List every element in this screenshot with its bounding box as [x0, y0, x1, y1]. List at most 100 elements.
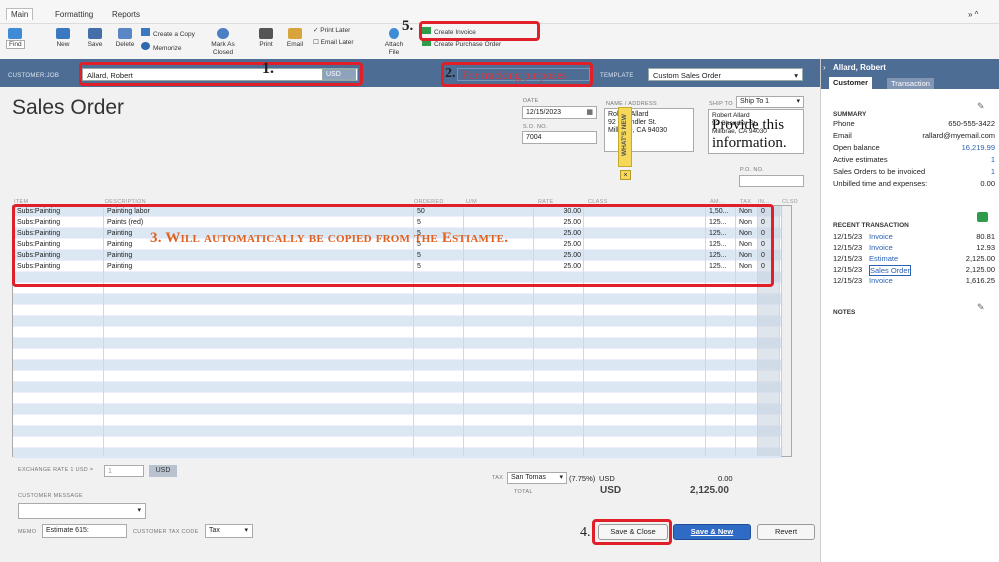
- grid-stripe: [13, 294, 781, 305]
- print-later-checkbox[interactable]: ✓ Print Later: [313, 27, 373, 35]
- transaction-link[interactable]: Invoice: [869, 243, 893, 252]
- date-label: DATE: [523, 98, 539, 104]
- ship-to-label: SHIP TO: [709, 101, 733, 107]
- chevron-down-icon: ▾: [244, 527, 248, 534]
- memorize-button[interactable]: Memorize: [141, 42, 211, 53]
- panel-tab-customer[interactable]: Customer: [829, 77, 873, 89]
- chevron-down-icon: ▾: [559, 474, 563, 481]
- print-icon: [259, 28, 273, 39]
- find-button[interactable]: Find: [6, 28, 25, 49]
- email-later-checkbox[interactable]: ☐ Email Later: [313, 39, 373, 47]
- transaction-link[interactable]: Invoice: [869, 232, 893, 241]
- new-button[interactable]: New: [52, 28, 74, 49]
- revert-button[interactable]: Revert: [757, 524, 815, 540]
- template-select[interactable]: Custom Sales Order ▾: [648, 68, 803, 81]
- memo-field[interactable]: Estimate 615:: [42, 524, 127, 538]
- template-label: TEMPLATE: [600, 73, 634, 79]
- grid-scrollbar[interactable]: [781, 206, 791, 456]
- po-number-field[interactable]: [739, 175, 804, 187]
- transaction-amount: 12.93: [976, 243, 995, 252]
- tab-main[interactable]: Main: [6, 8, 34, 20]
- transaction-amount: 80.81: [976, 232, 995, 241]
- tab-formatting[interactable]: Formatting: [55, 10, 93, 19]
- summary-heading: SUMMARY: [833, 111, 867, 118]
- transaction-date: 12/15/23: [833, 232, 863, 241]
- print-button[interactable]: Print: [256, 28, 276, 49]
- page-title: Sales Order: [12, 96, 125, 119]
- tab-reports[interactable]: Reports: [112, 10, 140, 19]
- grid-stripe: [13, 404, 781, 415]
- mark-closed-button[interactable]: Mark As Closed: [205, 28, 241, 57]
- customer-message-label: CUSTOMER MESSAGE: [18, 493, 83, 499]
- checkmark-icon: [217, 28, 229, 39]
- transaction-date: 12/15/23: [833, 276, 863, 285]
- memo-label: MEMO: [18, 529, 37, 535]
- delete-icon: [118, 28, 132, 39]
- new-transaction-icon[interactable]: [977, 212, 988, 222]
- transaction-link[interactable]: Estimate: [869, 254, 898, 263]
- delete-button[interactable]: Delete: [112, 28, 138, 49]
- customer-side-panel: Allard, Robert › Customer Transaction SU…: [820, 59, 999, 562]
- create-copy-button[interactable]: Create a Copy: [141, 28, 211, 39]
- ship-to-select[interactable]: Ship To 1 ▾: [736, 96, 804, 108]
- summary-label: Active estimates: [833, 155, 888, 164]
- close-icon[interactable]: ×: [620, 170, 631, 180]
- save-icon: [88, 28, 102, 39]
- customer-message-select[interactable]: ▾: [18, 503, 146, 519]
- transaction-date: 12/15/23: [833, 265, 863, 274]
- summary-value[interactable]: 1: [991, 155, 995, 164]
- po-number-label: P.O. NO.: [740, 167, 764, 173]
- grid-stripe: [13, 426, 781, 437]
- memorize-icon: [141, 42, 150, 50]
- panel-header: Allard, Robert › Customer Transaction: [821, 59, 999, 89]
- grid-stripe: [13, 437, 781, 448]
- summary-value: 0.00: [980, 179, 995, 188]
- date-field[interactable]: 12/15/2023 ▦: [522, 106, 597, 119]
- tax-label: TAX: [492, 475, 504, 481]
- summary-label: Open balance: [833, 143, 880, 152]
- summary-label: Phone: [833, 119, 855, 128]
- annotation-2: 2.: [445, 66, 456, 81]
- exchange-rate-field[interactable]: 1: [104, 465, 144, 477]
- summary-label: Email: [833, 131, 852, 140]
- tax-item-select[interactable]: San Tomas ▾: [507, 472, 567, 484]
- copy-icon: [141, 28, 150, 36]
- transaction-link[interactable]: Sales Order: [869, 265, 912, 276]
- summary-value: 650-555-3422: [948, 119, 995, 128]
- annotation-4: 4.: [580, 525, 591, 540]
- whats-new-label: WHAT'S NEW: [621, 114, 628, 156]
- grid-stripe: [13, 360, 781, 371]
- summary-value[interactable]: 16,219.99: [962, 143, 995, 152]
- window-controls[interactable]: » ^: [968, 10, 978, 19]
- edit-notes-icon[interactable]: ✎: [977, 302, 985, 313]
- summary-value: rallard@myemail.com: [922, 131, 995, 140]
- collapse-panel-icon[interactable]: ›: [823, 63, 826, 72]
- exchange-rate-label: EXCHANGE RATE 1 USD =: [18, 467, 94, 473]
- summary-label: Unbilled time and expenses:: [833, 179, 928, 188]
- email-button[interactable]: Email: [284, 28, 306, 49]
- grid-stripe: [13, 393, 781, 404]
- transaction-amount: 1,616.25: [965, 276, 995, 285]
- summary-value[interactable]: 1: [991, 167, 995, 176]
- grid-stripe: [13, 448, 781, 459]
- so-number-field[interactable]: 7004: [522, 131, 597, 144]
- tax-rate: (7.75%): [569, 474, 596, 483]
- edit-pencil-icon[interactable]: ✎: [977, 101, 985, 112]
- annotation-3: 3. Will automatically be copied from the…: [150, 230, 509, 246]
- notes-heading: NOTES: [833, 309, 856, 316]
- whats-new-tab[interactable]: WHAT'S NEW: [618, 107, 632, 167]
- tax-currency: USD: [599, 474, 615, 483]
- panel-tab-transaction[interactable]: Transaction: [887, 78, 934, 89]
- grid-stripe: [13, 327, 781, 338]
- save-button[interactable]: Save: [84, 28, 106, 49]
- nav-arrows-icon: [8, 28, 22, 39]
- grid-stripe: [13, 338, 781, 349]
- annotation-box-create-invoice: [419, 21, 540, 41]
- panel-customer-name: Allard, Robert: [833, 63, 886, 72]
- transaction-link[interactable]: Invoice: [869, 276, 893, 285]
- save-new-button[interactable]: Save & New: [673, 524, 751, 540]
- transaction-date: 12/15/23: [833, 254, 863, 263]
- grid-stripe: [13, 371, 781, 382]
- exchange-currency-badge: USD: [149, 465, 177, 477]
- tax-code-select[interactable]: Tax ▾: [205, 524, 253, 538]
